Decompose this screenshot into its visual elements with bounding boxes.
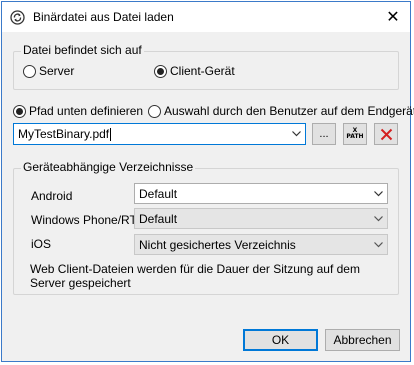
- windows-phone-label: Windows Phone/RT: [31, 213, 137, 227]
- close-icon: ✕: [386, 9, 400, 26]
- android-dir-select[interactable]: Default: [134, 183, 388, 204]
- ok-button-label: OK: [271, 333, 290, 347]
- delete-x-icon: [380, 128, 392, 140]
- delete-button[interactable]: [374, 123, 398, 145]
- ios-dir-value: Nicht gesichertes Verzeichnis: [139, 237, 296, 252]
- android-dir-value: Default: [139, 186, 178, 201]
- android-label: Android: [31, 189, 73, 203]
- windows-phone-dir-select[interactable]: Default: [134, 208, 388, 229]
- radio-define-path-circle: [13, 104, 26, 118]
- file-path-combo[interactable]: MyTestBinary.pdf: [13, 123, 306, 145]
- radio-user-selection[interactable]: Auswahl durch den Benutzer auf dem Endge…: [148, 104, 414, 118]
- radio-server[interactable]: Server: [23, 64, 74, 78]
- dialog-window: Binärdatei aus Datei laden ✕ Datei befin…: [1, 1, 414, 362]
- location-group-title: Datei befindet sich auf: [21, 43, 144, 57]
- radio-client-device[interactable]: Client-Gerät: [154, 64, 235, 78]
- chevron-down-icon: [374, 242, 383, 248]
- session-storage-info: Web Client-Dateien werden für die Dauer …: [30, 262, 360, 290]
- browse-button-label: ...: [319, 128, 329, 140]
- file-path-value: MyTestBinary.pdf: [18, 127, 110, 141]
- radio-define-path-label: Pfad unten definieren: [29, 104, 144, 118]
- ios-dir-select[interactable]: Nicht gesichertes Verzeichnis: [134, 234, 388, 255]
- radio-server-label: Server: [39, 64, 75, 78]
- ok-button[interactable]: OK: [243, 329, 318, 351]
- xpath-button[interactable]: X PATH: [343, 123, 367, 145]
- browse-button[interactable]: ...: [312, 123, 336, 145]
- radio-user-selection-circle: [148, 104, 161, 118]
- radio-client-device-label: Client-Gerät: [170, 64, 235, 78]
- radio-client-device-circle: [154, 64, 167, 78]
- close-button[interactable]: ✕: [378, 2, 408, 32]
- window-title: Binärdatei aus Datei laden: [33, 10, 174, 24]
- radio-define-path[interactable]: Pfad unten definieren: [13, 104, 143, 118]
- title-bar: Binärdatei aus Datei laden ✕: [2, 2, 410, 32]
- chevron-down-icon: [374, 216, 383, 222]
- cancel-button-label: Abbrechen: [333, 333, 392, 347]
- windows-phone-dir-value: Default: [139, 211, 178, 226]
- binary-file-icon: [10, 10, 25, 25]
- xpath-icon: X PATH: [346, 127, 364, 140]
- cancel-button[interactable]: Abbrechen: [325, 329, 400, 351]
- ios-label: iOS: [31, 237, 52, 251]
- chevron-down-icon: [374, 191, 383, 197]
- chevron-down-icon[interactable]: [291, 128, 302, 139]
- radio-user-selection-label: Auswahl durch den Benutzer auf dem Endge…: [164, 104, 414, 118]
- radio-server-circle: [23, 64, 36, 78]
- device-dirs-group-title: Geräteabhängige Verzeichnisse: [21, 160, 196, 174]
